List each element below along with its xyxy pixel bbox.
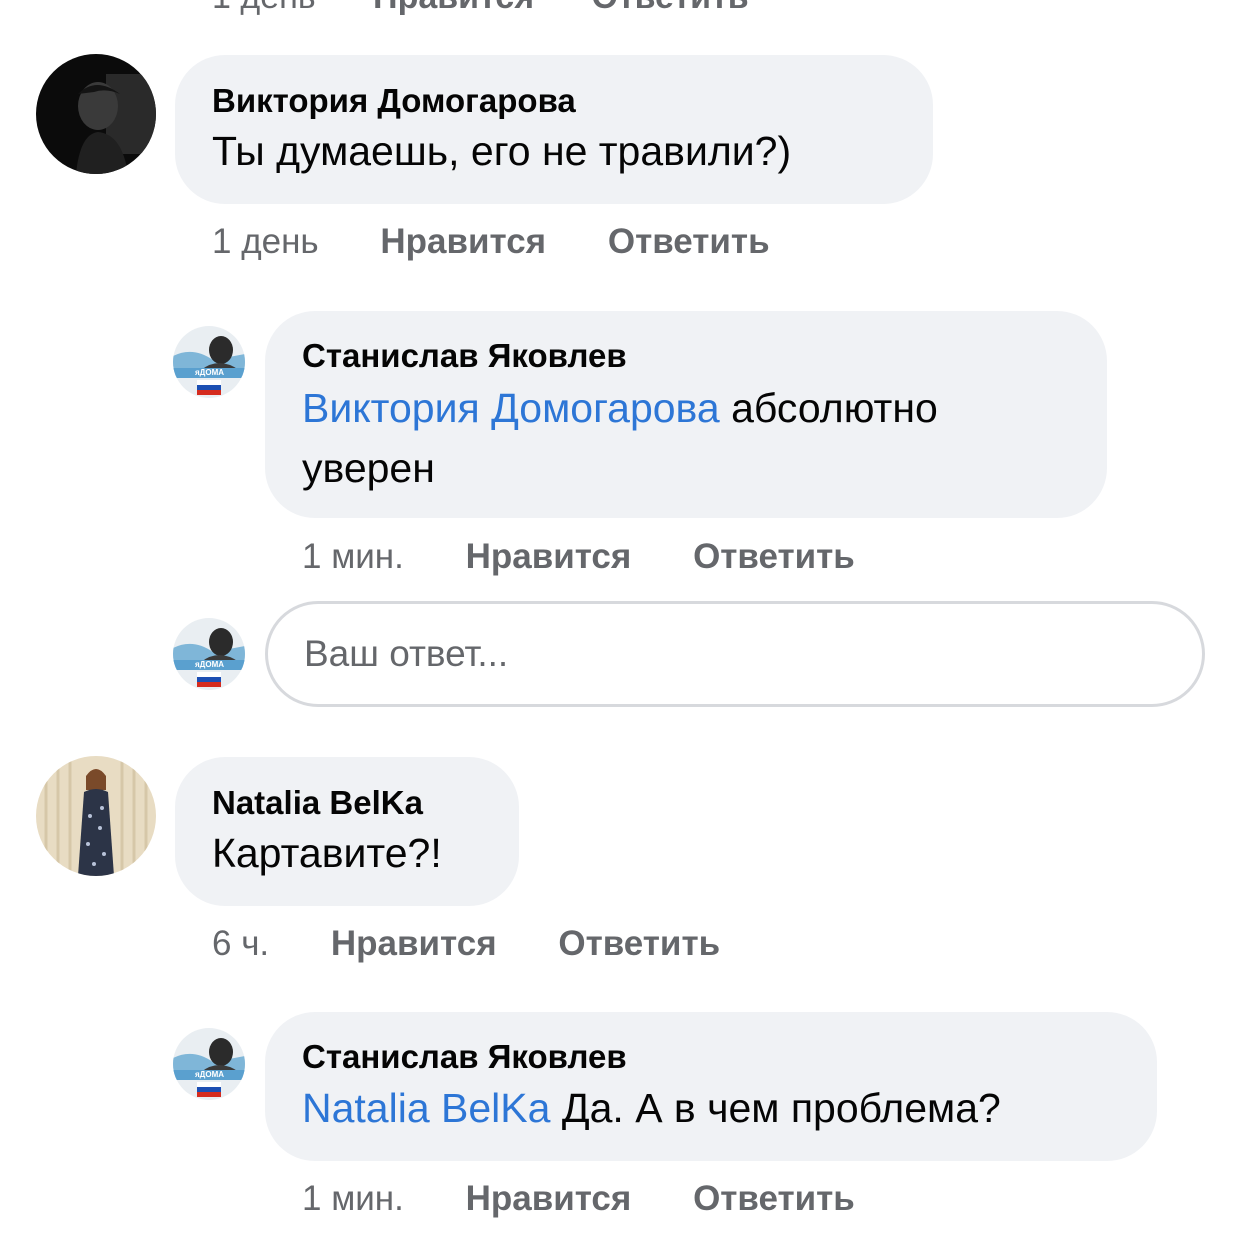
comment-time: 1 мин. [302,1179,404,1218]
mention-link[interactable]: Виктория Домогарова [302,385,720,431]
comment-actions: 1 мин. Нравится Ответить [302,537,907,577]
comment-actions: 6 ч. Нравится Ответить [212,924,772,964]
comment-bubble: Станислав Яковлев Виктория Домогарова аб… [265,311,1107,518]
comment-author[interactable]: Виктория Домогарова [212,81,933,121]
comment-text: Natalia BelKa Да. А в чем проблема? [302,1078,1157,1138]
comment-time: 6 ч. [212,924,270,963]
reply-placeholder: Ваш ответ... [304,633,509,674]
comment-time: 1 мин. [302,537,404,576]
like-link[interactable]: Нравится [380,222,546,262]
reply-link[interactable]: Ответить [608,222,770,262]
reply-link[interactable]: Ответить [693,537,855,577]
mention-link[interactable]: Natalia BelKa [302,1085,550,1131]
comment-time: 1 день [212,222,319,261]
avatar[interactable]: яДОМА [173,1028,245,1100]
comment-text-body: Да. А в чем проблема? [561,1085,1001,1131]
comment-author[interactable]: Станислав Яковлев [302,336,1107,376]
comment-author[interactable]: Станислав Яковлев [302,1037,1157,1077]
avatar: яДОМА [173,618,245,690]
comment-bubble: Станислав Яковлев Natalia BelKa Да. А в … [265,1012,1157,1161]
comment-bubble: Natalia BelKa Картавите?! [175,757,519,906]
avatar-caption: яДОМА [195,660,224,669]
previous-comment-actions: 1 день Нравится Ответить [212,0,797,17]
like-link[interactable]: Нравится [331,924,497,964]
comment-bubble: Виктория Домогарова Ты думаешь, его не т… [175,55,933,204]
comment-text-line2: уверен [302,445,435,491]
comment-text: Ты думаешь, его не травили?) [212,128,792,174]
avatar-caption: яДОМА [195,368,224,377]
reply-link[interactable]: Ответить [558,924,720,964]
avatar[interactable] [36,756,156,876]
comment-actions: 1 мин. Нравится Ответить [302,1179,907,1219]
avatar[interactable]: яДОМА [173,326,245,398]
like-link[interactable]: Нравится [466,1179,632,1219]
reply-link[interactable]: Ответить [592,0,749,16]
comment-text: Виктория Домогарова абсолютно уверен [302,378,1107,498]
reply-input[interactable]: Ваш ответ... [265,601,1205,707]
like-link[interactable]: Нравится [373,0,534,16]
comment-actions: 1 день Нравится Ответить [212,222,822,262]
reply-link[interactable]: Ответить [693,1179,855,1219]
avatar-caption: яДОМА [195,1070,224,1079]
comment-time: 1 день [212,0,316,16]
comment-text-line1: абсолютно [731,385,938,431]
like-link[interactable]: Нравится [466,537,632,577]
comment-text: Картавите?! [212,830,442,876]
comment-author[interactable]: Natalia BelKa [212,783,519,823]
avatar[interactable] [36,54,156,174]
